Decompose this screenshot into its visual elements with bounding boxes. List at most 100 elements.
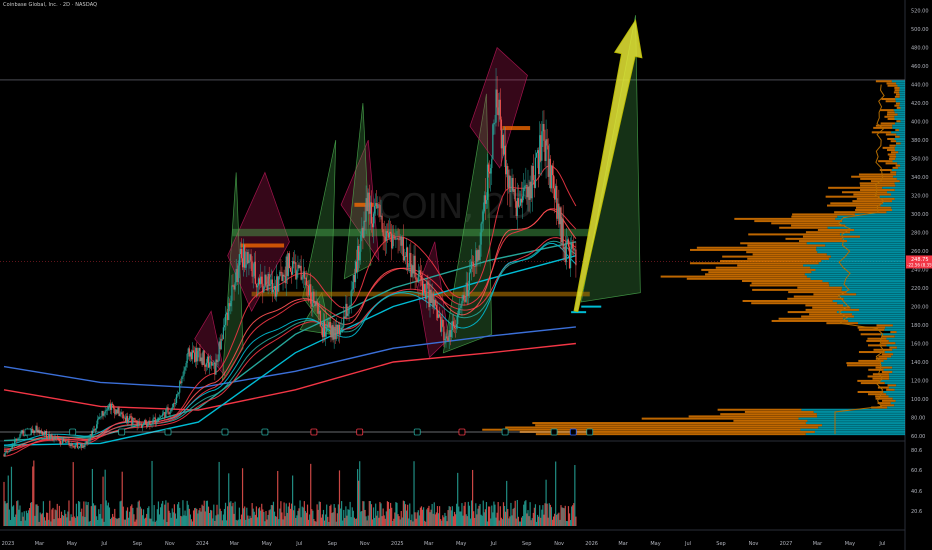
volume-bar <box>535 521 538 526</box>
candle-body <box>566 239 568 243</box>
volume-bar <box>335 521 337 526</box>
volume-bar <box>227 506 229 526</box>
volume-profile-bar <box>887 406 905 409</box>
candle-body <box>344 316 346 318</box>
candle-body <box>33 430 35 433</box>
volume-bar <box>431 503 433 526</box>
volume-bar <box>135 519 137 526</box>
volume-bar <box>492 512 494 526</box>
volume-bar <box>162 500 164 526</box>
volume-bar <box>131 504 133 526</box>
candle-body <box>534 157 537 188</box>
volume-profile-bar <box>900 106 905 109</box>
time-axis-label: Jul <box>100 541 107 547</box>
volume-bar <box>478 505 480 526</box>
candle-body <box>409 252 411 267</box>
candle-body <box>93 429 96 431</box>
candle-body <box>361 228 363 236</box>
candle-body <box>389 231 392 234</box>
volume-profile-bar <box>785 237 843 240</box>
volume-bar <box>103 521 105 526</box>
candle-body <box>218 341 220 361</box>
volume-bar <box>54 509 56 526</box>
volume-bar <box>6 502 8 526</box>
volume-bar <box>204 511 206 526</box>
volume-bar <box>128 517 130 526</box>
candle-body <box>318 311 320 314</box>
volume-bar <box>493 501 495 526</box>
candle-body <box>84 443 86 448</box>
volume-bar <box>503 506 506 526</box>
volume-bar <box>417 510 419 526</box>
candle-body <box>503 145 506 155</box>
volume-profile-bar <box>896 142 901 145</box>
volume-profile-bar <box>895 153 905 156</box>
volume-profile-bar <box>717 408 802 411</box>
volume-bar <box>330 504 332 526</box>
volume-bar <box>405 510 408 526</box>
volume-bar <box>496 512 498 526</box>
candle-body <box>542 123 544 132</box>
volume-bar <box>140 508 142 526</box>
volume-bar <box>108 507 111 526</box>
volume-bar <box>117 518 119 526</box>
volume-bar <box>18 509 20 526</box>
candle-body <box>87 441 89 445</box>
volume-profile-bar <box>850 306 905 309</box>
volume-profile-bar <box>715 266 811 269</box>
volume-bar <box>295 517 297 526</box>
volume-profile-bar <box>810 277 905 280</box>
candle-body <box>374 205 376 214</box>
candle-body <box>405 247 408 257</box>
volume-bar <box>321 514 324 526</box>
price-axis-label: 380.00 <box>911 138 929 144</box>
candle-body <box>106 409 108 411</box>
volume-profile-bar <box>888 373 905 376</box>
candle-body <box>312 291 314 307</box>
candle-body <box>77 447 80 449</box>
candle-body <box>135 420 137 421</box>
volume-profile-bar <box>894 111 905 114</box>
candle-body <box>232 285 234 286</box>
volume-bar <box>327 516 329 526</box>
candle-body <box>572 243 574 249</box>
candle-body <box>245 264 247 268</box>
candle-body <box>427 281 429 285</box>
volume-profile-bar <box>841 286 905 289</box>
volume-profile-bar <box>842 220 905 223</box>
volume-bar <box>375 503 377 526</box>
volume-bar <box>328 521 330 526</box>
candle-body <box>248 260 250 263</box>
volume-profile-bar <box>686 277 811 280</box>
volume-bar <box>143 518 146 526</box>
volume-profile-bar <box>804 273 905 276</box>
candle-body <box>238 254 240 266</box>
candle-body <box>459 307 461 309</box>
volume-bar <box>207 506 210 526</box>
candle-body <box>505 145 507 175</box>
candle-body <box>403 256 406 261</box>
volume-profile-bar <box>828 186 883 189</box>
volume-bar <box>272 501 275 526</box>
volume-profile-bar <box>889 346 897 349</box>
volume-profile-bar <box>896 384 905 387</box>
candle-body <box>113 405 115 409</box>
candle-body <box>121 412 123 415</box>
volume-bar <box>196 508 198 526</box>
volume-bar <box>297 510 299 526</box>
volume-bar <box>489 506 491 526</box>
volume-bar <box>119 501 121 526</box>
volume-profile-bar <box>899 91 905 94</box>
volume-bar <box>459 511 461 526</box>
candle-body <box>386 231 389 233</box>
volume-bar <box>368 501 370 526</box>
volume-profile-bar <box>890 193 905 196</box>
price-chart[interactable]: COIN, 2D 520.00 500.00 480.00 460.00 440.00 42… <box>0 0 932 550</box>
candle-body <box>125 416 128 422</box>
volume-bar <box>125 510 128 526</box>
candle-body <box>552 175 555 189</box>
candle-body <box>526 184 528 198</box>
volume-axis-label: 60.6 <box>911 468 922 474</box>
candle-body <box>368 192 370 214</box>
volume-bar <box>404 504 407 526</box>
